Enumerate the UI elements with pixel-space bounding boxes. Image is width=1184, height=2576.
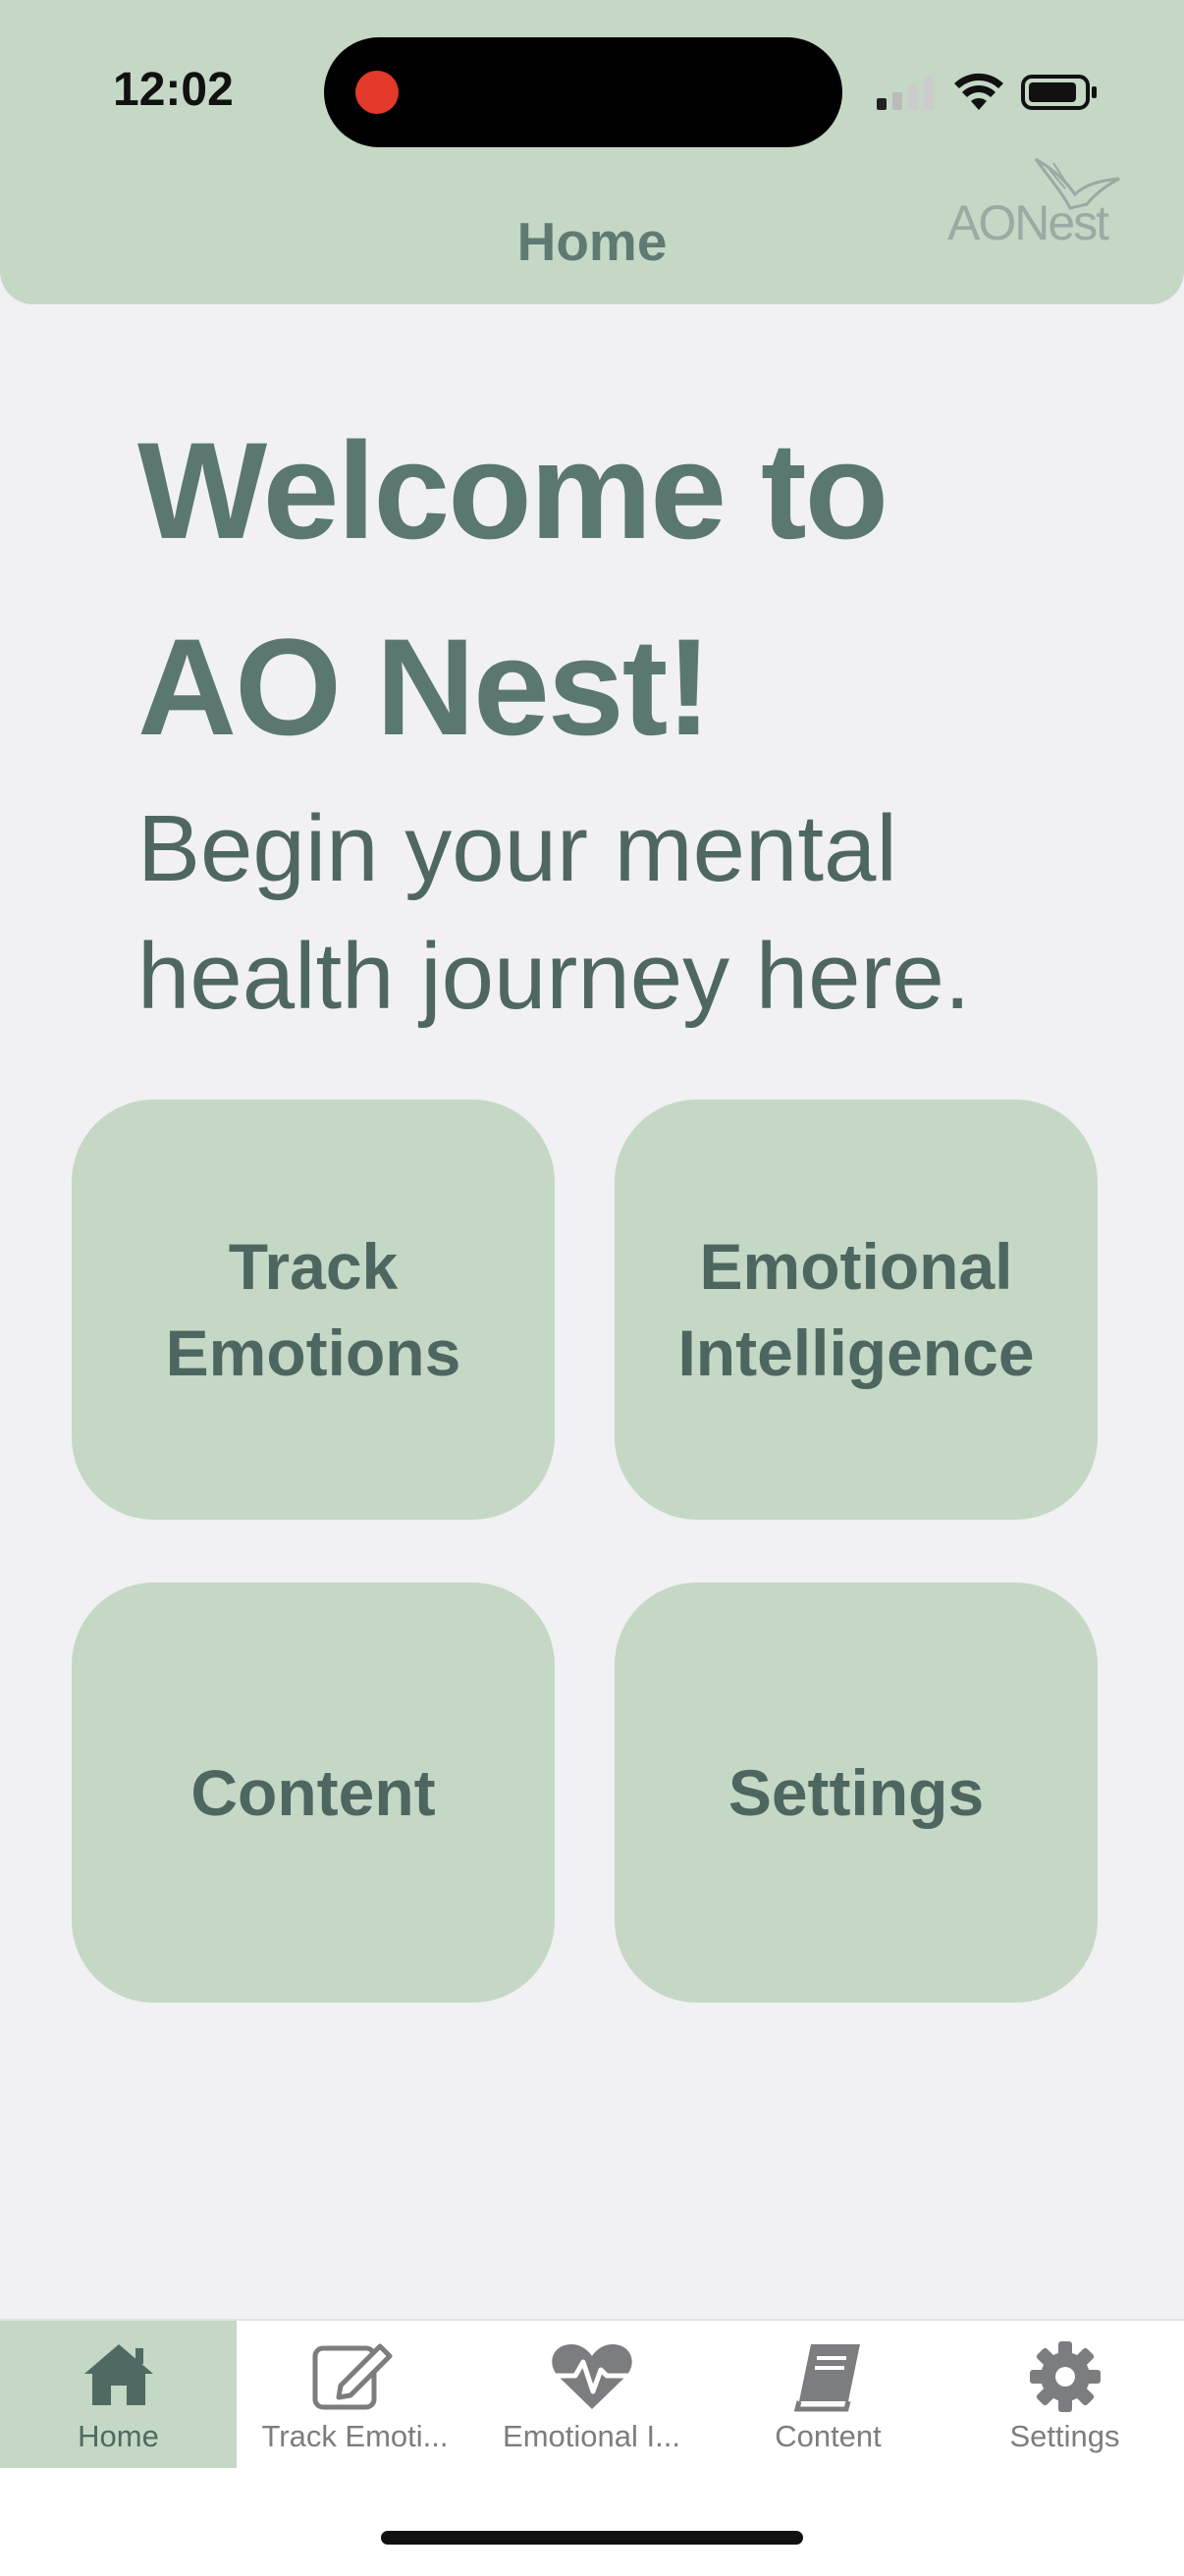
logo-text: AONest	[947, 195, 1109, 250]
signal-icon	[877, 77, 934, 110]
content-button[interactable]: Content	[72, 1583, 555, 2003]
tab-track-emotions-label: Track Emoti...	[261, 2419, 449, 2453]
tab-emotional-intelligence[interactable]: Emotional I...	[473, 2321, 710, 2468]
welcome-title: Welcome to AO Nest!	[137, 413, 888, 764]
battery-icon	[1021, 75, 1097, 110]
book-icon	[793, 2344, 860, 2412]
welcome-subtitle: Begin your mental health journey here.	[137, 796, 971, 1029]
tab-content-label: Content	[775, 2419, 882, 2453]
tab-emotional-intelligence-label: Emotional I...	[503, 2419, 680, 2453]
tab-home-label: Home	[78, 2419, 159, 2453]
status-time: 12:02	[113, 64, 234, 116]
tab-track-emotions[interactable]: Track Emoti...	[237, 2321, 473, 2468]
gear-icon	[1029, 2341, 1101, 2412]
emotional-intelligence-button[interactable]: Emotional Intelligence	[615, 1100, 1098, 1520]
tab-settings[interactable]: Settings	[946, 2321, 1183, 2468]
tab-settings-label: Settings	[1009, 2419, 1120, 2453]
tab-content[interactable]: Content	[710, 2321, 946, 2468]
tab-home[interactable]: Home	[0, 2321, 237, 2468]
recording-indicator	[355, 71, 399, 114]
settings-button[interactable]: Settings	[615, 1583, 1098, 2003]
edit-icon	[312, 2343, 392, 2410]
wifi-icon	[954, 73, 1003, 110]
home-icon	[83, 2344, 153, 2405]
app-logo: AONest	[947, 147, 1124, 255]
track-emotions-button[interactable]: Track Emotions	[72, 1100, 555, 1520]
home-indicator[interactable]	[381, 2531, 803, 2545]
heartbeat-icon	[551, 2344, 632, 2409]
dynamic-island	[324, 37, 842, 147]
